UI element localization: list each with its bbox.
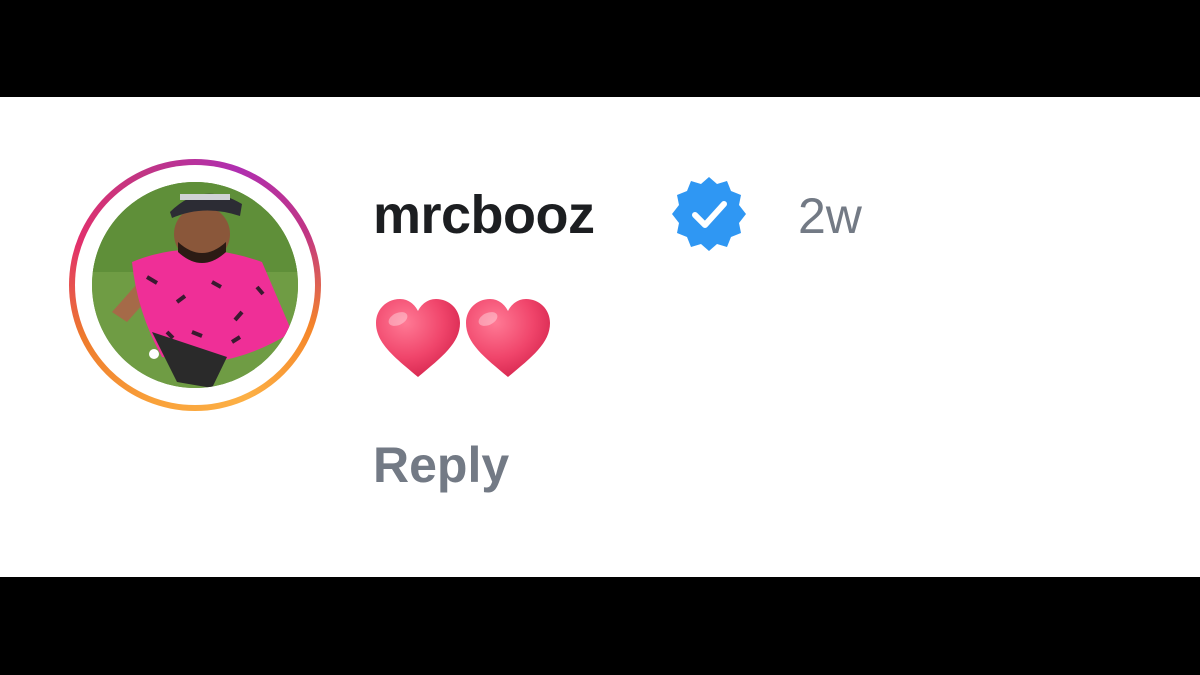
avatar[interactable] xyxy=(92,182,298,388)
verified-badge-icon xyxy=(672,177,746,251)
comment-item: mrcbooz 2w Reply xyxy=(0,97,1200,577)
avatar-photo xyxy=(92,182,298,388)
red-heart-emoji-icon xyxy=(466,299,550,377)
red-heart-emoji-icon xyxy=(376,299,460,377)
story-ring[interactable] xyxy=(69,159,321,411)
comment-username[interactable]: mrcbooz xyxy=(373,183,595,247)
reply-button[interactable]: Reply xyxy=(373,433,509,497)
comment-text xyxy=(374,297,552,387)
video-frame: mrcbooz 2w Reply xyxy=(0,0,1200,675)
comment-timestamp: 2w xyxy=(798,188,862,244)
